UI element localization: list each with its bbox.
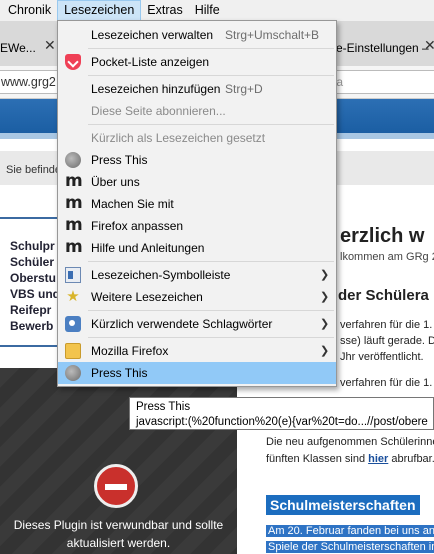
menu-header-recent: Kürzlich als Lesezeichen gesetzt (58, 127, 336, 149)
paragraph-text-part: abrufbar. (388, 453, 434, 465)
plugin-blocked-icon (94, 464, 138, 508)
bookmarks-toolbar-icon (65, 267, 81, 283)
menu-hilfe[interactable]: Hilfe (189, 0, 226, 21)
menu-item-manage-bookmarks[interactable]: Lesezeichen verwalten Strg+Umschalt+B (58, 24, 336, 46)
menu-item-subscribe: Diese Seite abonnieren... (58, 100, 336, 122)
globe-icon (65, 152, 81, 168)
menu-item-label: Press This (91, 366, 148, 380)
menu-item-label: Hilfe und Anleitungen (91, 241, 205, 255)
bookmarks-menu: Lesezeichen verwalten Strg+Umschalt+B Po… (57, 20, 337, 387)
globe-icon (65, 365, 81, 381)
tab-label[interactable]: EWe... (0, 41, 36, 55)
menu-item-recent-tags[interactable]: Kürzlich verwendete Schlagwörter ❯ (58, 313, 336, 335)
tooltip-url: javascript:(%20function%20(e){var%20t=do… (136, 416, 428, 428)
menu-item-press-this-highlighted[interactable]: Press This (58, 362, 336, 384)
menu-separator (88, 124, 334, 125)
menu-item-label: Über uns (91, 175, 140, 189)
menu-separator (88, 48, 334, 49)
folder-icon (65, 343, 81, 359)
side-nav-link[interactable]: Reifepr (10, 303, 51, 317)
m-logo-icon: m (65, 193, 83, 213)
side-nav-link[interactable]: VBS und (10, 287, 60, 301)
tab-close-icon[interactable]: ✕ (44, 37, 56, 54)
paragraph-text: verfahren für die 1. (340, 319, 433, 331)
plugin-warning-text: aktualisiert werden. (66, 536, 171, 550)
menu-item-label: Press This (91, 153, 148, 167)
menu-item-label: Machen Sie mit (91, 197, 174, 211)
m-logo-icon: m (65, 171, 83, 191)
menu-item-bookmark[interactable]: m Machen Sie mit (58, 193, 336, 215)
side-nav-box: Schulpr Schüler Oberstu VBS und Reifepr … (0, 217, 64, 347)
menubar: Chronik Lesezeichen Extras Hilfe (0, 0, 434, 21)
submenu-arrow-icon: ❯ (320, 291, 330, 303)
submenu-arrow-icon: ❯ (320, 318, 330, 330)
paragraph-text-part: fünften Klassen sind (266, 453, 369, 465)
page-heading: erzlich w (340, 225, 425, 247)
breadcrumb: Sie befinde (6, 164, 62, 176)
tab-close-icon[interactable]: ✕ (424, 37, 434, 54)
menu-item-label: Weitere Lesezeichen (91, 290, 203, 304)
menu-item-other-bookmarks[interactable]: ★ Weitere Lesezeichen ❯ (58, 286, 336, 308)
menu-item-label: Mozilla Firefox (91, 344, 169, 358)
submenu-arrow-icon: ❯ (320, 269, 330, 281)
menu-separator (88, 337, 334, 338)
menu-item-bookmark[interactable]: m Über uns (58, 171, 336, 193)
plugin-warning-text: Dieses Plugin ist verwundbar und sollte (13, 518, 224, 532)
here-link[interactable]: hier (368, 453, 388, 465)
m-logo-icon: m (65, 215, 83, 235)
paragraph-text: fünften Klassen sind hier abrufbar. (266, 453, 434, 465)
menu-lesezeichen[interactable]: Lesezeichen (57, 0, 142, 21)
blocked-plugin-area[interactable]: Dieses Plugin ist verwundbar und sollte … (0, 368, 237, 554)
m-logo-icon: m (65, 237, 83, 257)
tab-label-settings[interactable]: ite-Einstellungen – (330, 41, 429, 55)
menu-chronik[interactable]: Chronik (0, 0, 57, 21)
menu-item-bookmark[interactable]: Press This (58, 149, 336, 171)
star-folder-icon: ★ (66, 288, 80, 305)
menu-item-bookmark[interactable]: m Hilfe und Anleitungen (58, 237, 336, 259)
pocket-icon (65, 54, 81, 70)
menu-item-bookmarks-toolbar[interactable]: Lesezeichen-Symbolleiste ❯ (58, 264, 336, 286)
menu-separator (88, 310, 334, 311)
side-nav-link[interactable]: Schüler (10, 255, 54, 269)
section-heading-highlighted: Schulmeisterschaften (266, 495, 420, 515)
tooltip-title: Press This (136, 401, 191, 413)
menu-item-label: Diese Seite abonnieren... (91, 104, 226, 118)
menu-separator (88, 75, 334, 76)
menu-separator (88, 261, 334, 262)
submenu-arrow-icon: ❯ (320, 345, 330, 357)
paragraph-text-selected: Spiele der Schulmeisterschaften im (266, 541, 434, 553)
menu-item-pocket[interactable]: Pocket-Liste anzeigen (58, 51, 336, 73)
tag-icon (65, 316, 81, 332)
side-nav-link[interactable]: Oberstu (10, 271, 56, 285)
page-subheading: lkommen am GRg 2 in (340, 251, 434, 263)
paragraph-text: Jhr veröffentlicht. (340, 351, 424, 363)
paragraph-text: verfahren für die 1. (340, 377, 433, 389)
paragraph-text: Die neu aufgenommen Schülerinner (266, 436, 434, 448)
side-nav-link[interactable]: Bewerb (10, 319, 53, 333)
menu-item-shortcut: Strg+Umschalt+B (225, 28, 320, 42)
menu-item-mozilla-firefox[interactable]: Mozilla Firefox ❯ (58, 340, 336, 362)
menu-item-label: Lesezeichen verwalten (91, 28, 214, 42)
menu-item-label: Kürzlich verwendete Schlagwörter (91, 317, 273, 331)
menu-item-label: Lesezeichen-Symbolleiste (91, 268, 231, 282)
section-heading: der Schülera (338, 287, 429, 304)
bookmark-tooltip: Press This javascript:(%20function%20(e)… (129, 397, 434, 430)
paragraph-text: sse) läuft gerade. D (340, 335, 434, 347)
menu-item-label: Lesezeichen hinzufügen (91, 82, 221, 96)
side-nav-link[interactable]: Schulpr (10, 239, 55, 253)
url-text: www.grg2 (1, 75, 56, 89)
paragraph-text-selected: Am 20. Februar fanden bei uns an (266, 525, 434, 537)
menu-item-shortcut: Strg+D (225, 82, 263, 96)
menu-extras[interactable]: Extras (141, 0, 188, 21)
menu-item-bookmark[interactable]: m Firefox anpassen (58, 215, 336, 237)
menu-item-add-bookmark[interactable]: Lesezeichen hinzufügen Strg+D (58, 78, 336, 100)
menu-item-label: Firefox anpassen (91, 219, 184, 233)
menu-item-label: Kürzlich als Lesezeichen gesetzt (91, 131, 266, 145)
menu-item-label: Pocket-Liste anzeigen (91, 55, 210, 69)
